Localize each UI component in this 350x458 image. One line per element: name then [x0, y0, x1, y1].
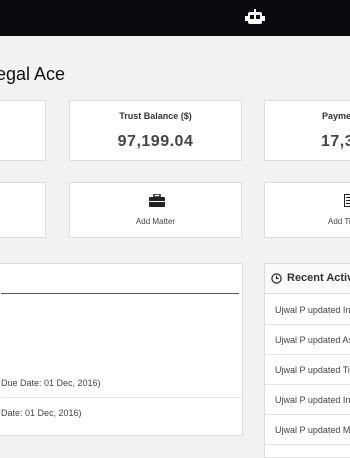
recent-activity-panel: Recent Activity Ujwal P updated Inv Ujwa… — [264, 263, 350, 458]
stat-value: 97,199.04 — [70, 133, 241, 151]
task-text: Due Date: 01 Dec, 2016) — [1, 378, 101, 388]
top-navbar — [0, 0, 350, 36]
task-row[interactable]: Due Date: 01 Dec, 2016) — [1, 368, 241, 398]
tasks-panel: Due Date: 01 Dec, 2016) Date: 01 Dec, 20… — [0, 263, 243, 436]
add-time-button[interactable]: Add Tir — [264, 182, 350, 238]
robot-icon[interactable] — [245, 9, 265, 25]
action-card-left-partial[interactable] — [0, 182, 46, 238]
action-label: Add Matter — [70, 217, 241, 226]
activity-item[interactable]: Ujwal P updated Inv — [265, 295, 350, 325]
activity-item[interactable]: Ujwal P updated M — [265, 415, 350, 445]
activity-header: Recent Activity — [265, 264, 350, 294]
page-title: egal Ace — [0, 64, 65, 85]
activity-item[interactable]: Ujwal P updated Inv — [265, 385, 350, 415]
add-matter-button[interactable]: Add Matter — [69, 182, 242, 238]
activity-text: Ujwal P updated Inv — [275, 395, 350, 405]
stat-card-left-partial — [0, 100, 46, 161]
activity-title: Recent Activity — [287, 272, 350, 284]
stat-card-payments: Paymen 17,35 — [264, 100, 350, 161]
briefcase-icon — [149, 194, 165, 207]
task-text: Date: 01 Dec, 2016) — [1, 408, 82, 418]
activity-text: Ujwal P updated Inv — [275, 305, 350, 315]
task-row[interactable]: Date: 01 Dec, 2016) — [1, 398, 241, 428]
action-label: Add Tir — [328, 217, 350, 226]
activity-text: Ujwal P updated Tir — [275, 365, 350, 375]
stat-card-trust-balance: Trust Balance ($) 97,199.04 — [69, 100, 242, 161]
document-icon — [344, 194, 350, 207]
stat-value: 17,35 — [321, 133, 350, 151]
clock-icon — [271, 273, 282, 284]
activity-text: Ujwal P updated M — [275, 425, 350, 435]
stat-label: Trust Balance ($) — [70, 111, 241, 121]
stat-label: Paymen — [322, 111, 350, 121]
activity-item[interactable]: Ujwal P updated Tir — [265, 355, 350, 385]
activity-item[interactable]: Ujwal P updated As — [265, 325, 350, 355]
activity-text: Ujwal P updated As — [275, 335, 350, 345]
panel-header-divider — [1, 293, 239, 294]
